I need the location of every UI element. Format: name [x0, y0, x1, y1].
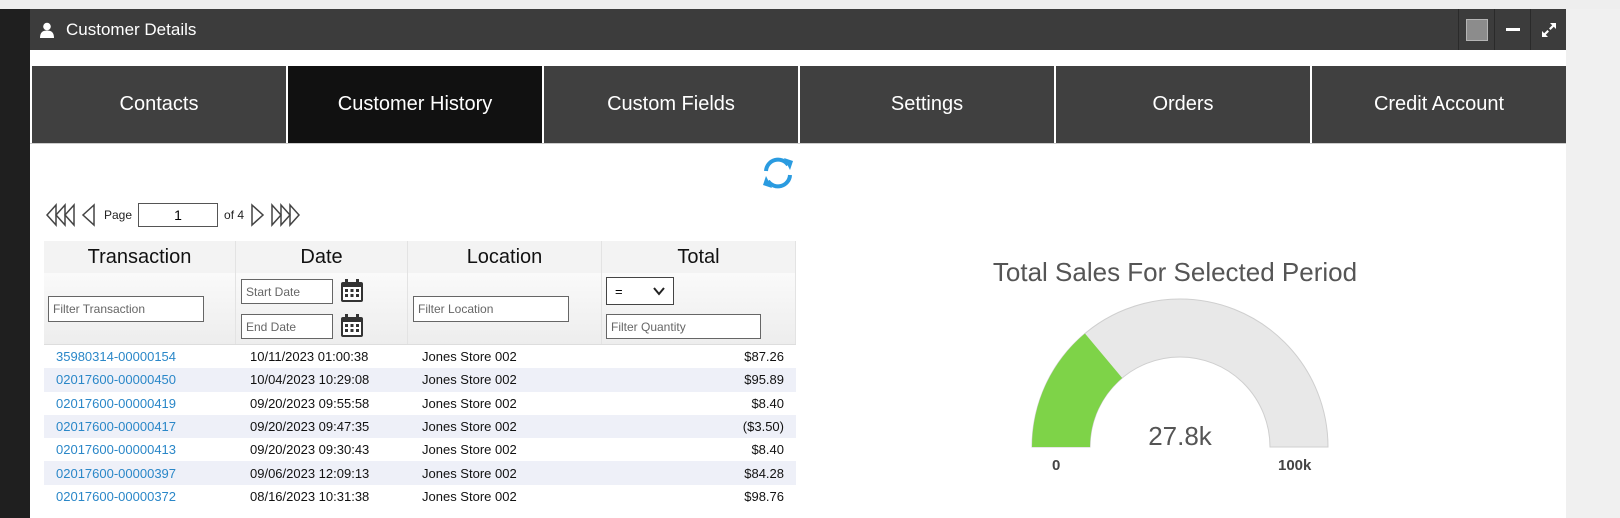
- table-row[interactable]: 02017600-00000372 08/16/2023 10:31:38 Jo…: [44, 485, 796, 508]
- user-icon: [40, 22, 54, 38]
- first-page-button[interactable]: [46, 203, 78, 227]
- transaction-link[interactable]: 02017600-00000419: [44, 396, 236, 411]
- row-date: 08/16/2023 10:31:38: [250, 488, 370, 504]
- row-location: Jones Store 002: [422, 488, 517, 504]
- restore-button[interactable]: [1458, 9, 1494, 50]
- transaction-link[interactable]: 02017600-00000450: [44, 372, 236, 387]
- row-total: $87.26: [744, 349, 784, 365]
- minus-icon: [1505, 28, 1520, 31]
- filter-transaction-input[interactable]: Filter Transaction: [48, 296, 204, 322]
- transaction-link[interactable]: 35980314-00000154: [44, 349, 236, 364]
- tab-credit-account[interactable]: Credit Account: [1312, 66, 1566, 143]
- column-header-location[interactable]: Location: [408, 241, 602, 273]
- filter-location-input[interactable]: Filter Location: [413, 296, 569, 322]
- grid-header: Transaction Date Location Total: [44, 241, 796, 273]
- row-total: $84.28: [744, 465, 784, 481]
- top-strip: [0, 0, 1620, 9]
- row-total: $8.40: [751, 442, 784, 458]
- pager: Page of 4: [46, 201, 301, 229]
- gauge-max-label: 100k: [1278, 457, 1312, 474]
- grid-filter-row: Filter Transaction Start Date End Date F…: [44, 273, 796, 345]
- row-date: 10/11/2023 01:00:38: [250, 349, 369, 365]
- row-total: $95.89: [744, 372, 784, 388]
- row-location: Jones Store 002: [422, 395, 517, 411]
- minimize-button[interactable]: [1494, 9, 1530, 50]
- row-location: Jones Store 002: [422, 372, 517, 388]
- page-count-label: of 4: [224, 208, 245, 222]
- table-row[interactable]: 02017600-00000417 09/20/2023 09:47:35 Jo…: [44, 414, 796, 439]
- tab-settings[interactable]: Settings: [800, 66, 1056, 143]
- table-row[interactable]: 02017600-00000413 09/20/2023 09:30:43 Jo…: [44, 438, 796, 461]
- left-background: [0, 9, 30, 518]
- refresh-button[interactable]: [760, 155, 796, 191]
- operator-value: =: [615, 283, 623, 299]
- table-row[interactable]: 35980314-00000154 10/11/2023 01:00:38 Jo…: [44, 345, 796, 368]
- start-date-input[interactable]: Start Date: [241, 279, 333, 304]
- row-date: 09/20/2023 09:55:58: [250, 395, 370, 411]
- gauge-title: Total Sales For Selected Period: [992, 257, 1358, 287]
- tab-customer-history[interactable]: Customer History: [288, 66, 544, 143]
- table-row[interactable]: 02017600-00000419 09/20/2023 09:55:58 Jo…: [44, 392, 796, 415]
- row-date: 09/20/2023 09:47:35: [250, 419, 370, 435]
- right-background: [1566, 9, 1620, 518]
- row-date: 10/04/2023 10:29:08: [250, 372, 370, 388]
- page-number-input[interactable]: [138, 203, 219, 227]
- page-label: Page: [104, 208, 133, 222]
- table-row[interactable]: 02017600-00000397 09/06/2023 12:09:13 Jo…: [44, 461, 796, 485]
- window-controls: [1458, 9, 1566, 50]
- gauge-value-label: 27.8k: [1148, 421, 1212, 451]
- end-date-input[interactable]: End Date: [241, 314, 333, 339]
- row-total: $8.40: [751, 395, 784, 411]
- row-total: ($3.50): [742, 419, 784, 435]
- customer-details-window: Customer Details Contacts Customer Histo…: [30, 9, 1566, 518]
- column-header-transaction[interactable]: Transaction: [44, 241, 236, 273]
- gauge-min-label: 0: [1052, 457, 1061, 474]
- tab-custom-fields[interactable]: Custom Fields: [544, 66, 800, 143]
- transaction-link[interactable]: 02017600-00000372: [44, 489, 236, 504]
- filter-quantity-input[interactable]: Filter Quantity: [606, 314, 761, 339]
- tab-orders[interactable]: Orders: [1056, 66, 1312, 143]
- transaction-link[interactable]: 02017600-00000413: [44, 442, 236, 457]
- chevron-down-icon: [653, 287, 665, 296]
- window-title: Customer Details: [66, 19, 197, 39]
- tab-bar-divider: [30, 143, 1566, 144]
- transaction-link[interactable]: 02017600-00000397: [44, 466, 236, 481]
- tab-contacts[interactable]: Contacts: [32, 66, 288, 143]
- total-operator-select[interactable]: =: [606, 277, 674, 305]
- expand-icon: [1541, 22, 1556, 37]
- maximize-button[interactable]: [1530, 9, 1566, 50]
- row-location: Jones Store 002: [422, 419, 517, 435]
- start-date-calendar-icon[interactable]: [340, 279, 364, 303]
- next-page-button[interactable]: [248, 203, 266, 227]
- row-location: Jones Store 002: [422, 465, 517, 481]
- square-icon: [1465, 18, 1488, 41]
- column-header-date[interactable]: Date: [236, 241, 408, 273]
- column-header-total[interactable]: Total: [602, 241, 796, 273]
- transactions-grid: Transaction Date Location Total Filter T…: [44, 241, 796, 508]
- row-date: 09/20/2023 09:30:43: [250, 442, 370, 458]
- window-titlebar[interactable]: Customer Details: [30, 9, 1566, 50]
- row-total: $98.76: [744, 488, 784, 504]
- tab-bar: Contacts Customer History Custom Fields …: [32, 66, 1566, 143]
- row-date: 09/06/2023 12:09:13: [250, 465, 370, 481]
- last-page-button[interactable]: [268, 203, 301, 227]
- table-row[interactable]: 02017600-00000450 10/04/2023 10:29:08 Jo…: [44, 368, 796, 392]
- end-date-calendar-icon[interactable]: [340, 314, 364, 338]
- refresh-icon: [763, 157, 793, 189]
- row-location: Jones Store 002: [422, 349, 517, 365]
- sales-gauge: [1031, 298, 1329, 448]
- transaction-link[interactable]: 02017600-00000417: [44, 419, 236, 434]
- row-location: Jones Store 002: [422, 442, 517, 458]
- previous-page-button[interactable]: [80, 203, 98, 227]
